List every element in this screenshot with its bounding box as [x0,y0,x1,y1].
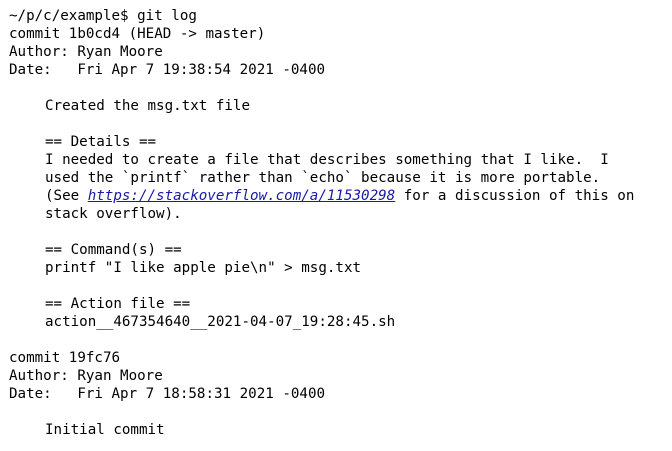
commands-header: == Command(s) == [45,242,182,258]
commit-subject: Created the msg.txt file [45,98,250,114]
action-file-name: action__467354640__2021-04-07_19:28:45.s… [45,314,396,330]
commit-hash-line: commit 1b0cd4 (HEAD -> master) [9,26,266,42]
commit-subject: Initial commit [45,422,165,438]
details-line: I needed to create a file that describes… [45,152,609,168]
details-line: (See https://stackoverflow.com/a/1153029… [9,187,672,205]
commit-date-line: Date: Fri Apr 7 19:38:54 2021 -0400 [9,62,326,78]
stackoverflow-link[interactable]: https://stackoverflow.com/a/11530298 [88,188,396,204]
commit-date-line: Date: Fri Apr 7 18:58:31 2021 -0400 [9,386,326,402]
shell-prompt: ~/p/c/example$ [9,8,138,24]
details-header: == Details == [45,134,157,150]
commit-author-line: Author: Ryan Moore [9,368,163,384]
prompt-line: ~/p/c/example$ git log [9,7,672,25]
details-line: stack overflow). [45,206,182,222]
shell-command: git log [137,8,197,24]
commit-author-line: Author: Ryan Moore [9,44,163,60]
details-text: (See [45,188,88,204]
details-text: for a discussion of this on [395,188,635,204]
command-text: printf "I like apple pie\n" > msg.txt [45,260,362,276]
action-file-header: == Action file == [45,296,191,312]
details-line: used the `printf` rather than `echo` bec… [45,170,601,186]
terminal-output[interactable]: ~/p/c/example$ git log commit 1b0cd4 (HE… [9,7,672,451]
commit-hash-line: commit 19fc76 [9,350,121,366]
